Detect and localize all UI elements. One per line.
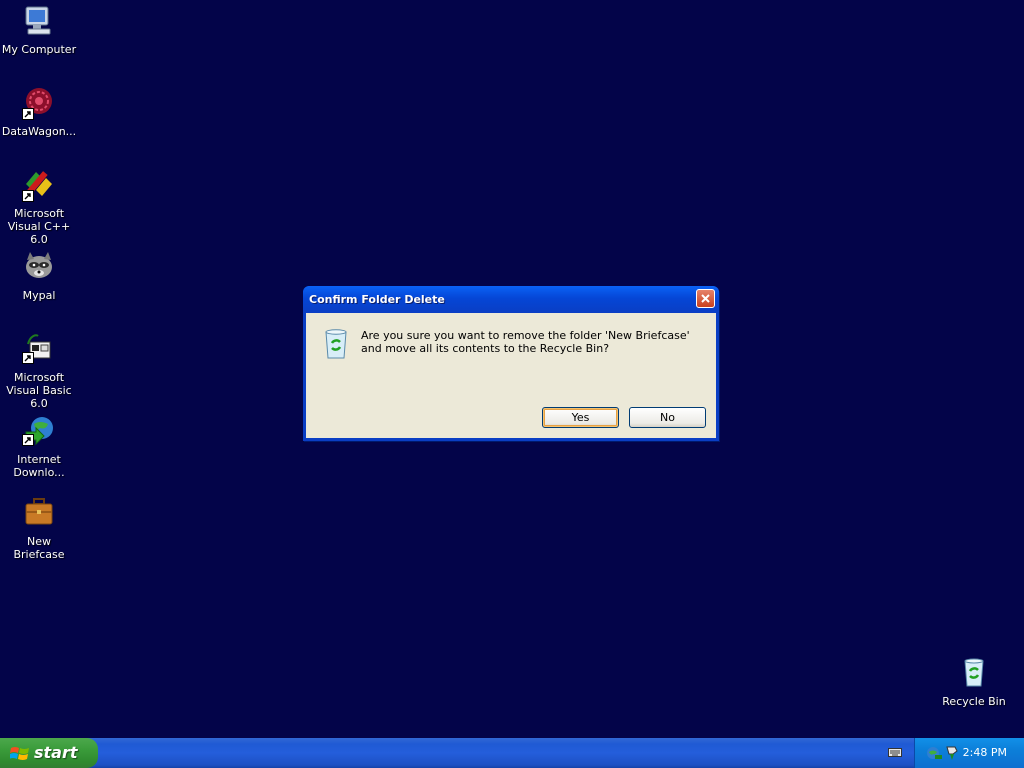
shortcut-arrow-icon [22,434,34,446]
desktop-icon-recycle-bin[interactable]: Recycle Bin [935,656,1013,708]
desktop-icon-mypal[interactable]: Mypal [0,250,78,302]
desktop-icon-new-briefcase[interactable]: New Briefcase [0,496,78,561]
desktop-icon-datawagon[interactable]: DataWagon... [0,86,78,138]
desktop-icon-label: Microsoft Visual Basic 6.0 [6,371,72,410]
dialog-title: Confirm Folder Delete [309,293,445,306]
dialog-message: Are you sure you want to remove the fold… [361,329,690,355]
clock[interactable]: 2:48 PM [963,746,1007,759]
desktop-icon-label: DataWagon... [1,125,77,138]
shortcut-arrow-icon [22,108,34,120]
briefcase-icon [25,498,53,525]
close-icon [701,294,710,303]
dialog-titlebar[interactable]: Confirm Folder Delete [303,286,719,313]
taskbar: start 2:48 PM [0,738,1024,768]
desktop-icon-label: My Computer [1,43,77,56]
keyboard-icon[interactable] [888,746,902,758]
desktop-icon-internet-download[interactable]: Internet Downlo... [0,414,78,479]
start-button[interactable]: start [0,738,98,768]
confirm-folder-delete-dialog: Confirm Folder Delete Are you sure you w… [303,286,719,441]
yes-button[interactable]: Yes [542,407,619,428]
system-tray: 2:48 PM [914,738,1024,768]
desktop-icon-label: Microsoft Visual C++ 6.0 [7,207,71,246]
shortcut-arrow-icon [22,352,34,364]
desktop-icon-label: New Briefcase [13,535,65,561]
desktop-icon-visual-basic[interactable]: Microsoft Visual Basic 6.0 [0,332,78,410]
desktop-icon-label: Internet Downlo... [13,453,65,479]
safely-remove-icon[interactable] [945,745,959,761]
recycle-bin-icon [325,329,347,359]
windows-logo-icon [10,747,29,760]
network-icon[interactable] [925,745,943,761]
recycle-bin-icon [964,658,984,687]
start-label: start [34,743,78,762]
shortcut-arrow-icon [22,190,34,202]
dialog-body: Are you sure you want to remove the fold… [306,313,716,438]
raccoon-icon [26,252,52,278]
desktop-icon-label: Recycle Bin [942,695,1006,708]
computer-icon [25,6,51,35]
desktop-icon-my-computer[interactable]: My Computer [0,4,78,56]
desktop-icon-visual-cpp[interactable]: Microsoft Visual C++ 6.0 [0,168,78,246]
desktop-icon-label: Mypal [22,289,56,302]
close-button[interactable] [696,289,715,308]
no-button[interactable]: No [629,407,706,428]
